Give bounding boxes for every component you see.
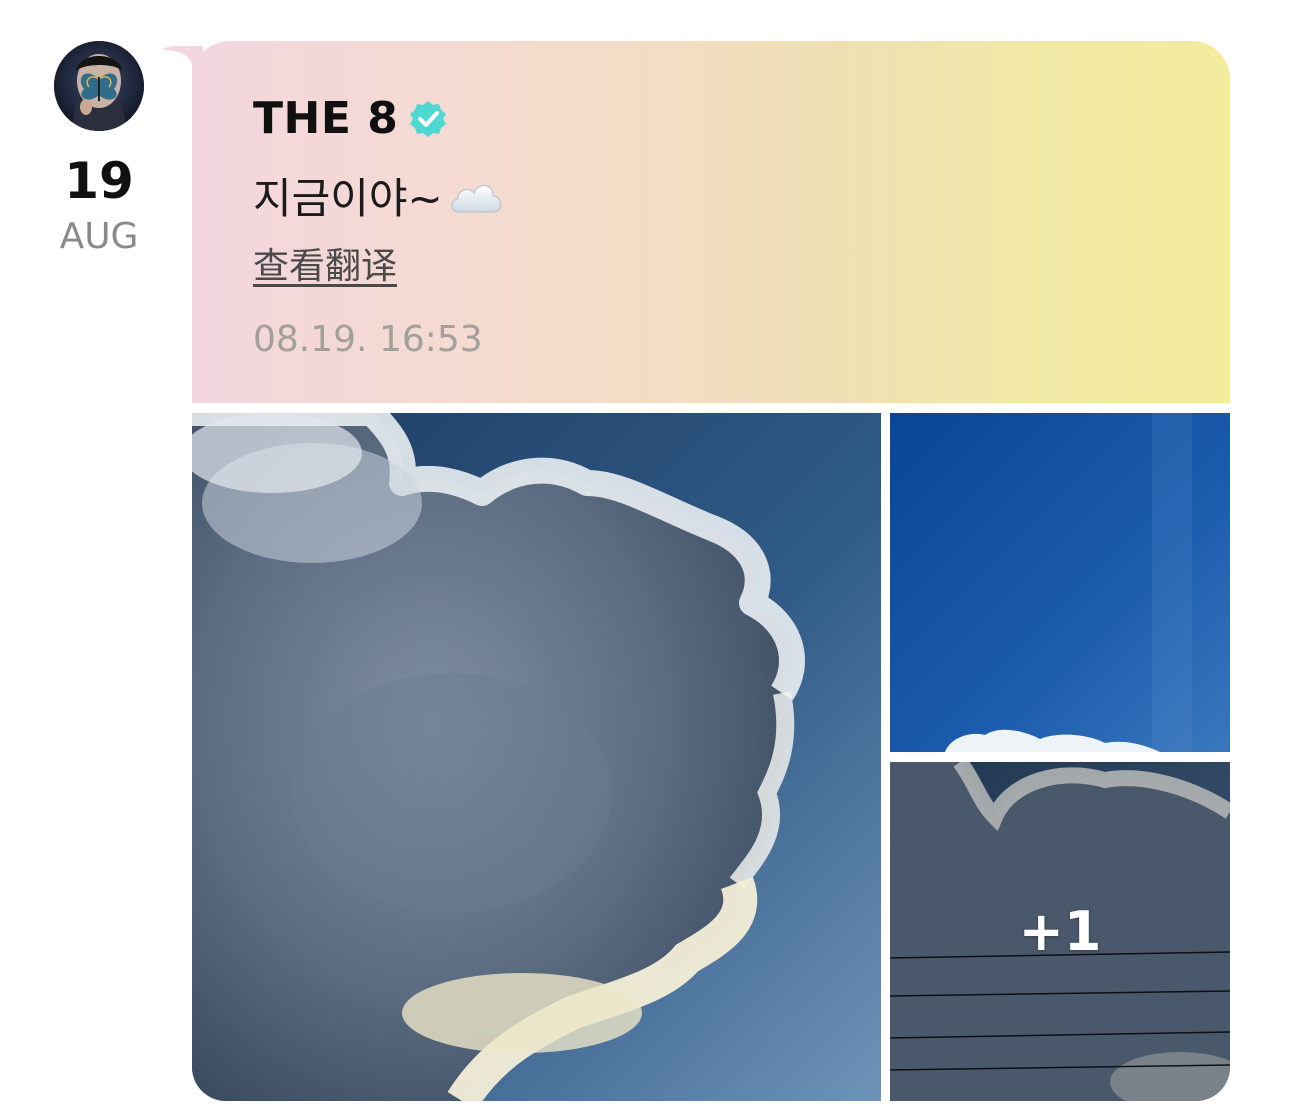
- photo-2[interactable]: [890, 413, 1230, 752]
- avatar[interactable]: [54, 41, 144, 131]
- post-body: 지금이야~: [253, 165, 505, 226]
- more-photos-overlay[interactable]: +1: [890, 762, 1230, 1101]
- more-photos-count: +1: [1018, 900, 1102, 963]
- translate-link[interactable]: 查看翻译: [253, 237, 397, 289]
- verified-badge-icon: [410, 100, 447, 137]
- date-day: 19: [64, 152, 134, 210]
- photo-2-image: [890, 413, 1230, 752]
- photo-3[interactable]: +1: [890, 762, 1230, 1101]
- post-text: 지금이야~: [253, 174, 443, 223]
- date-month: AUG: [59, 216, 139, 257]
- post-card: 19 AUG THE 8 지금이야~ 查看翻译 08.19. 16:53 +1: [0, 0, 1290, 1116]
- author-row: THE 8: [253, 93, 448, 144]
- avatar-image: [54, 41, 144, 131]
- post-timestamp: 08.19. 16:53: [253, 319, 483, 360]
- post-bubble: THE 8 지금이야~ 查看翻译 08.19. 16:53: [192, 41, 1230, 403]
- photo-1[interactable]: [192, 413, 881, 1101]
- cloud-emoji-icon: [450, 184, 501, 213]
- author-name[interactable]: THE 8: [253, 93, 398, 144]
- photo-1-image: [192, 413, 881, 1101]
